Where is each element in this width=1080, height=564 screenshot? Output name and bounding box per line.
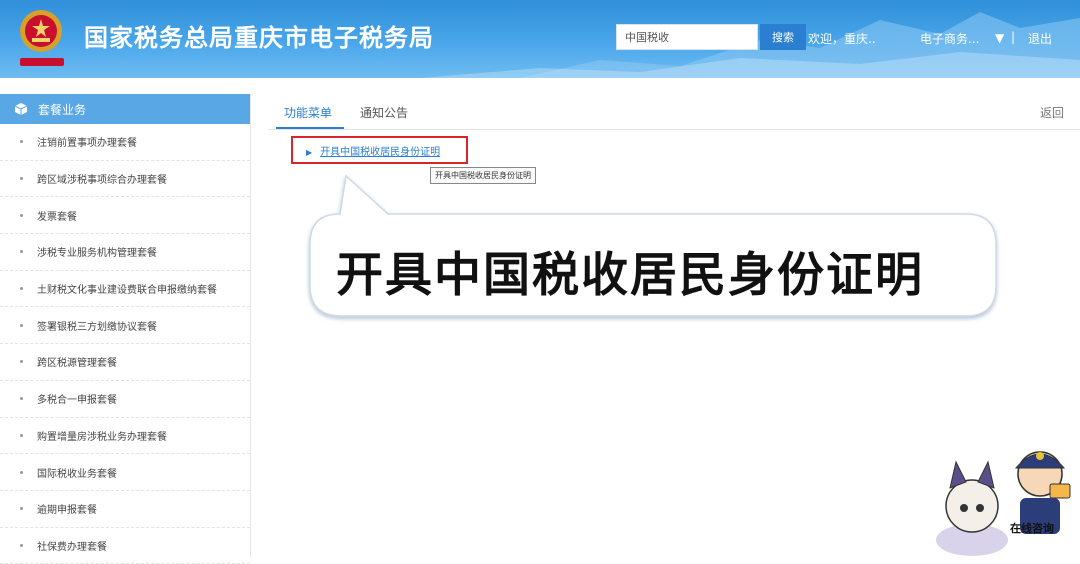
online-consult-label[interactable]: 在线咨询 bbox=[1010, 520, 1054, 536]
callout-text: 开具中国税收居民身份证明 bbox=[336, 248, 924, 303]
mascot-illustration[interactable] bbox=[930, 440, 1080, 558]
